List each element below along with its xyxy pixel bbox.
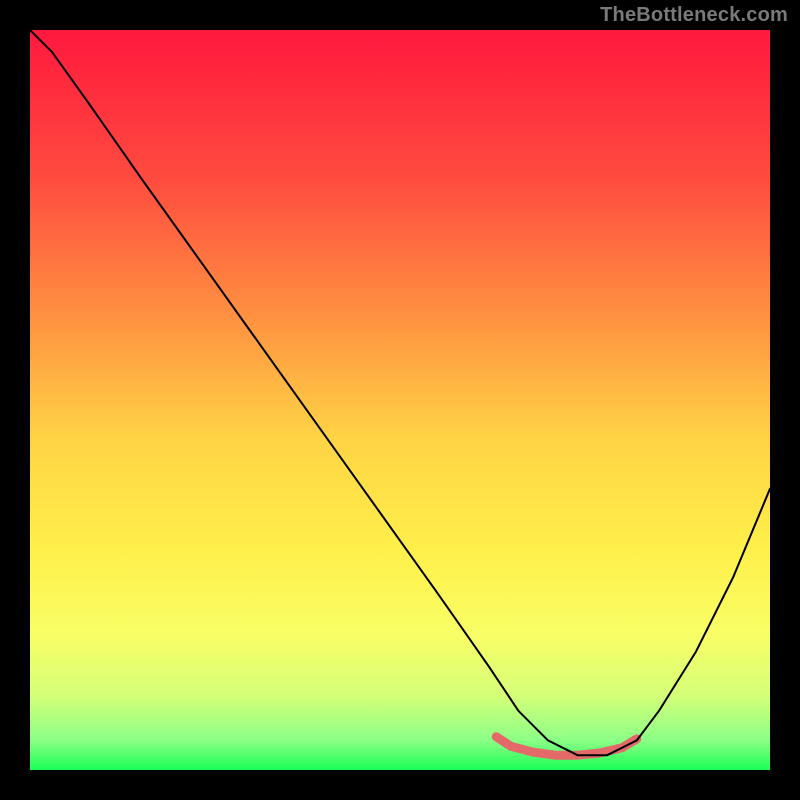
attribution-text: TheBottleneck.com xyxy=(600,4,788,27)
chart-container: TheBottleneck.com xyxy=(0,0,800,800)
plot-background xyxy=(30,30,770,770)
bottleneck-chart xyxy=(0,0,800,800)
